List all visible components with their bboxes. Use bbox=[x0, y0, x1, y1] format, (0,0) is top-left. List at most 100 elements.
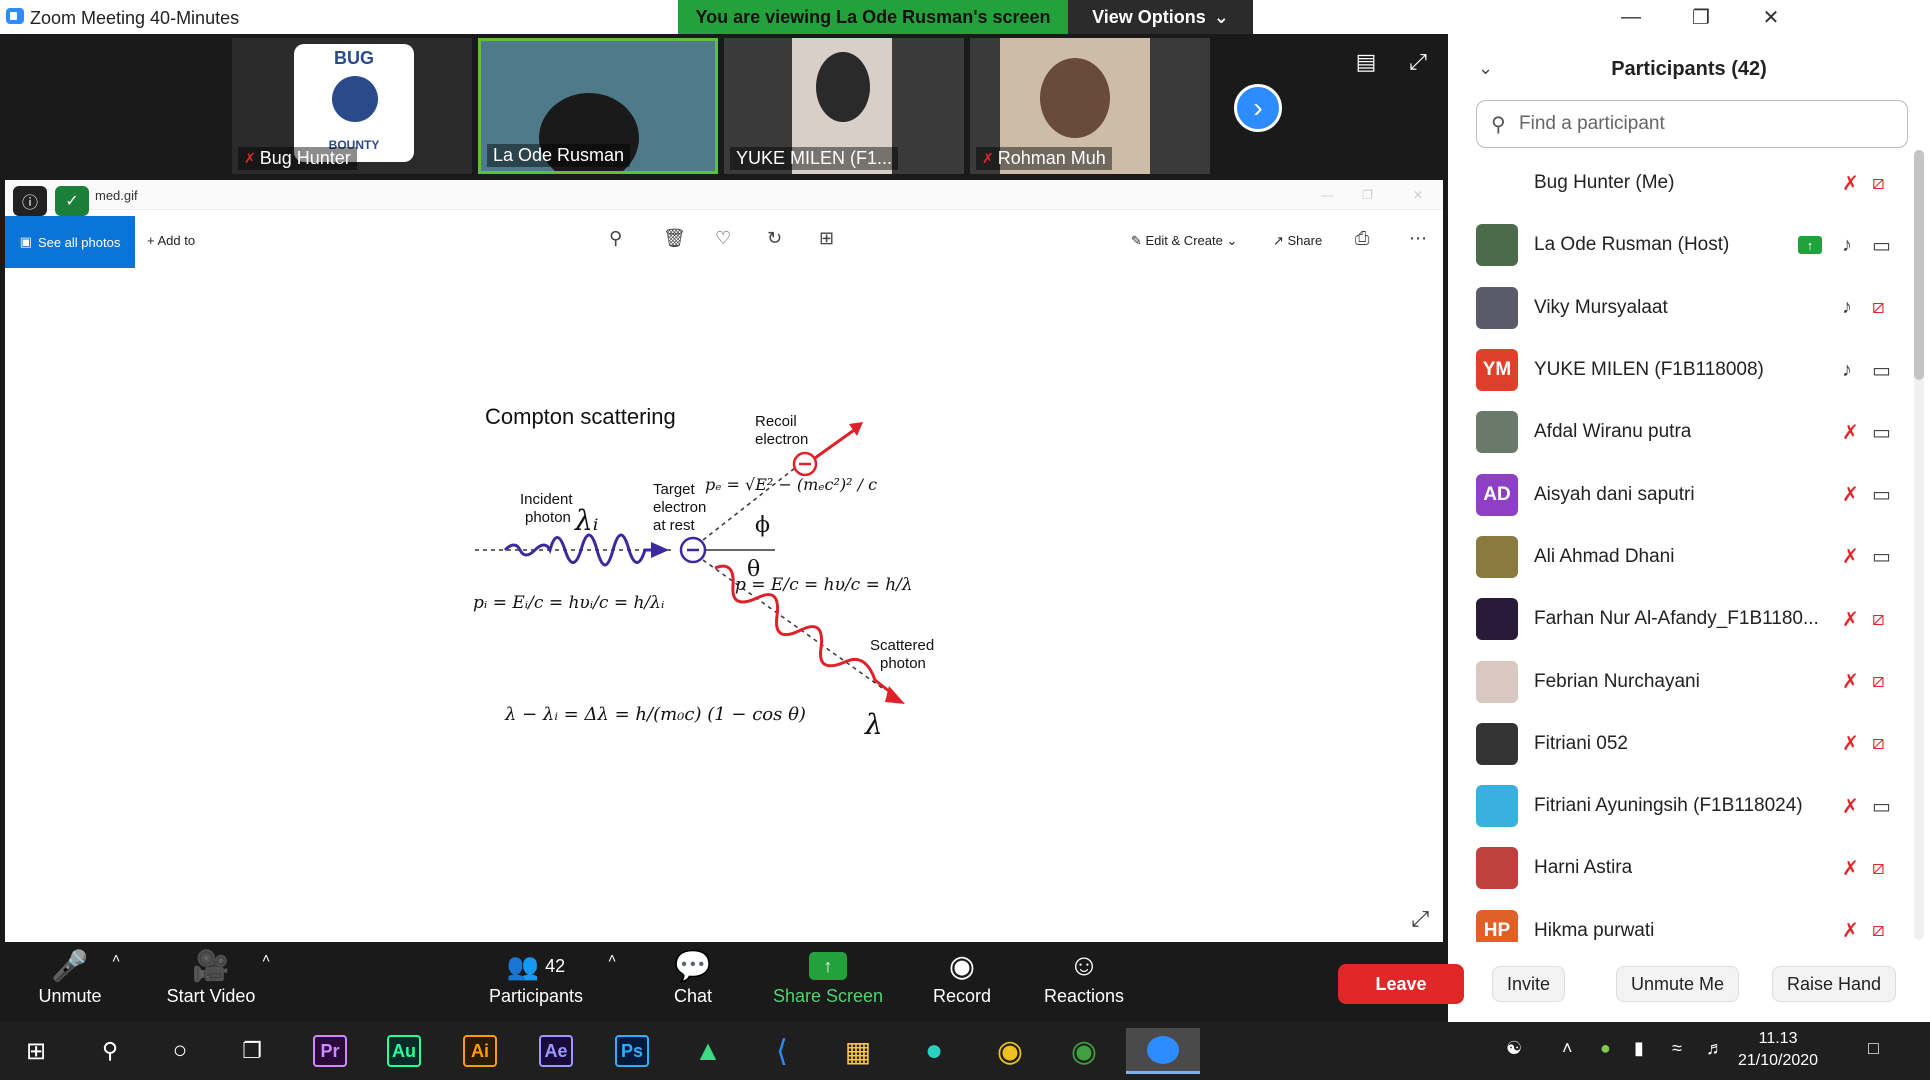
video-thumbnail[interactable]: ✗ Rohman Muh bbox=[970, 38, 1210, 174]
see-all-photos-button[interactable]: ▣ See all photos bbox=[5, 216, 135, 268]
heart-icon[interactable]: ♡ bbox=[715, 228, 731, 249]
video-icon: ▭ bbox=[1872, 420, 1891, 445]
video-off-icon: 🎥 bbox=[156, 946, 266, 986]
cortana-button[interactable]: ○ bbox=[150, 1028, 210, 1074]
minimize-button[interactable]: — bbox=[1596, 0, 1666, 34]
participant-row[interactable]: Viky Mursyalaat ♪ ⧄ bbox=[1448, 277, 1910, 339]
video-options-caret[interactable]: ˄ bbox=[262, 950, 270, 966]
participant-row[interactable]: HP Hikma purwati ✗ ⧄ bbox=[1448, 900, 1910, 942]
chrome-app-2[interactable]: ◉ bbox=[1054, 1028, 1114, 1074]
chat-button[interactable]: 💬 Chat bbox=[668, 946, 718, 1007]
participant-row[interactable]: YM YUKE MILEN (F1B118008) ♪ ▭ bbox=[1448, 339, 1910, 401]
notification-icon[interactable]: □ bbox=[1868, 1038, 1879, 1059]
participant-row[interactable]: Fitriani 052 ✗ ⧄ bbox=[1448, 713, 1910, 775]
illustrator-app[interactable]: Ai bbox=[450, 1028, 510, 1074]
avatar bbox=[1476, 224, 1518, 266]
delete-icon[interactable]: 🗑 bbox=[663, 228, 686, 249]
zoom-icon[interactable]: ⚲ bbox=[609, 228, 622, 249]
print-icon[interactable]: ⎙ bbox=[1355, 228, 1369, 249]
layout-icon[interactable]: ▤ bbox=[1352, 48, 1380, 76]
start-video-button[interactable]: 🎥 Start Video bbox=[156, 946, 266, 1007]
file-explorer-app[interactable]: ▦ bbox=[828, 1028, 888, 1074]
audition-app[interactable]: Au bbox=[374, 1028, 434, 1074]
participant-row[interactable]: Farhan Nur Al-Afandy_F1B1180... ✗ ⧄ bbox=[1448, 588, 1910, 650]
participant-name: Aisyah dani saputri bbox=[1534, 484, 1695, 506]
audio-options-caret[interactable]: ˄ bbox=[112, 950, 120, 966]
system-clock[interactable]: 11.13 21/10/2020 bbox=[1738, 1028, 1818, 1072]
participant-row[interactable]: La Ode Rusman (Host) ↑ ♪ ▭ bbox=[1448, 214, 1910, 276]
participant-row[interactable]: AD Aisyah dani saputri ✗ ▭ bbox=[1448, 463, 1910, 525]
shield-icon[interactable]: ✓ bbox=[55, 186, 89, 216]
premiere-app[interactable]: Pr bbox=[300, 1028, 360, 1074]
zoom-app[interactable] bbox=[1126, 1028, 1200, 1074]
participant-row[interactable]: Afdal Wiranu putra ✗ ▭ bbox=[1448, 401, 1910, 463]
record-button[interactable]: ◉ Record bbox=[924, 946, 1000, 1007]
participant-row[interactable]: Fitriani Ayuningsih (F1B118024) ✗ ▭ bbox=[1448, 775, 1910, 837]
next-page-arrow-icon[interactable]: › bbox=[1234, 84, 1282, 132]
unmute-me-button[interactable]: Unmute Me bbox=[1616, 966, 1739, 1002]
after-effects-app[interactable]: Ae bbox=[526, 1028, 586, 1074]
windows-taskbar: ⊞ ⚲ ○ ❐ Pr Au Ai Ae Ps ▲ ⟨ ▦ ● ◉ ◉ ☯ ˄ ●… bbox=[0, 1022, 1930, 1080]
video-off-icon: ⧄ bbox=[1872, 857, 1885, 880]
share-button[interactable]: ↗ Share bbox=[1273, 233, 1322, 249]
raise-hand-button[interactable]: Raise Hand bbox=[1772, 966, 1896, 1002]
mic-muted-icon: ✗ bbox=[1842, 171, 1859, 196]
leave-button[interactable]: Leave bbox=[1338, 964, 1464, 1004]
android-studio-app[interactable]: ▲ bbox=[678, 1028, 738, 1074]
battery-icon[interactable]: ▮ bbox=[1634, 1038, 1644, 1059]
restore-button[interactable]: ❐ bbox=[1666, 0, 1736, 34]
video-thumbnail-active[interactable]: La Ode Rusman bbox=[478, 38, 718, 174]
scrollbar-thumb[interactable] bbox=[1914, 150, 1924, 380]
participants-options-caret[interactable]: ˄ bbox=[608, 950, 616, 966]
close-button[interactable]: ✕ bbox=[1736, 0, 1806, 34]
people-icon[interactable]: ☯ bbox=[1506, 1038, 1522, 1059]
participant-row[interactable]: Harni Astira ✗ ⧄ bbox=[1448, 837, 1910, 899]
participant-search[interactable]: ⚲ bbox=[1476, 100, 1908, 148]
edge-app[interactable]: ● bbox=[904, 1028, 964, 1074]
participants-count: 42 bbox=[545, 956, 565, 977]
add-to-button[interactable]: + Add to bbox=[147, 233, 195, 248]
phi-symbol: ϕ bbox=[755, 513, 770, 538]
volume-icon[interactable]: ♬ bbox=[1706, 1038, 1724, 1059]
start-button[interactable]: ⊞ bbox=[6, 1028, 66, 1074]
svg-text:photon: photon bbox=[525, 509, 571, 526]
avatar bbox=[1476, 162, 1518, 204]
more-icon[interactable]: ⋯ bbox=[1409, 228, 1427, 249]
task-view-button[interactable]: ❐ bbox=[222, 1028, 282, 1074]
video-off-icon: ⧄ bbox=[1872, 670, 1885, 693]
share-screen-button[interactable]: ↑ Share Screen bbox=[770, 946, 886, 1007]
chrome-app[interactable]: ◉ bbox=[980, 1028, 1040, 1074]
expand-icon[interactable]: ⤢ bbox=[1411, 906, 1429, 932]
participant-name: YUKE MILEN (F1B118008) bbox=[1534, 359, 1764, 381]
unmute-button[interactable]: 🎤 Unmute bbox=[30, 946, 110, 1007]
view-options-button[interactable]: View Options ⌄ bbox=[1068, 0, 1253, 34]
crop-icon[interactable]: ⊞ bbox=[819, 228, 834, 249]
participant-row[interactable]: Bug Hunter (Me) ✗ ⧄ bbox=[1448, 152, 1910, 214]
participants-button[interactable]: 👥 42 Participants bbox=[484, 946, 588, 1007]
info-icon[interactable]: ⓘ bbox=[13, 186, 47, 216]
chrome-icon: ◉ bbox=[1071, 1034, 1097, 1069]
avatar: AD bbox=[1476, 474, 1518, 516]
search-button[interactable]: ⚲ bbox=[80, 1028, 140, 1074]
edit-create-button[interactable]: ✎ Edit & Create ⌄ bbox=[1131, 233, 1237, 249]
reactions-button[interactable]: ☺ Reactions bbox=[1040, 946, 1128, 1007]
participant-row[interactable]: Febrian Nurchayani ✗ ⧄ bbox=[1448, 650, 1910, 712]
svg-text:at rest: at rest bbox=[653, 517, 696, 534]
viewing-banner: You are viewing La Ode Rusman's screen bbox=[678, 0, 1068, 34]
video-off-icon: ⧄ bbox=[1872, 296, 1885, 319]
avatar bbox=[1476, 598, 1518, 640]
vscode-app[interactable]: ⟨ bbox=[752, 1028, 812, 1074]
invite-button[interactable]: Invite bbox=[1492, 966, 1565, 1002]
search-input[interactable] bbox=[1519, 109, 1899, 139]
video-thumbnail[interactable]: BUG BOUNTY ✗ Bug Hunter bbox=[232, 38, 472, 174]
rotate-icon[interactable]: ↻ bbox=[767, 228, 782, 249]
wifi-icon[interactable]: ≈ bbox=[1672, 1038, 1682, 1059]
video-thumbnail[interactable]: YUKE MILEN (F1... bbox=[724, 38, 964, 174]
fullscreen-icon[interactable]: ⤢ bbox=[1404, 48, 1432, 76]
participant-row[interactable]: Ali Ahmad Dhani ✗ ▭ bbox=[1448, 526, 1910, 588]
chevron-up-icon[interactable]: ˄ bbox=[1562, 1038, 1573, 1059]
svg-text:electron: electron bbox=[755, 431, 808, 448]
photoshop-app[interactable]: Ps bbox=[602, 1028, 662, 1074]
mic-muted-icon: 🎤 bbox=[30, 946, 110, 986]
nvidia-icon[interactable]: ● bbox=[1600, 1038, 1611, 1059]
